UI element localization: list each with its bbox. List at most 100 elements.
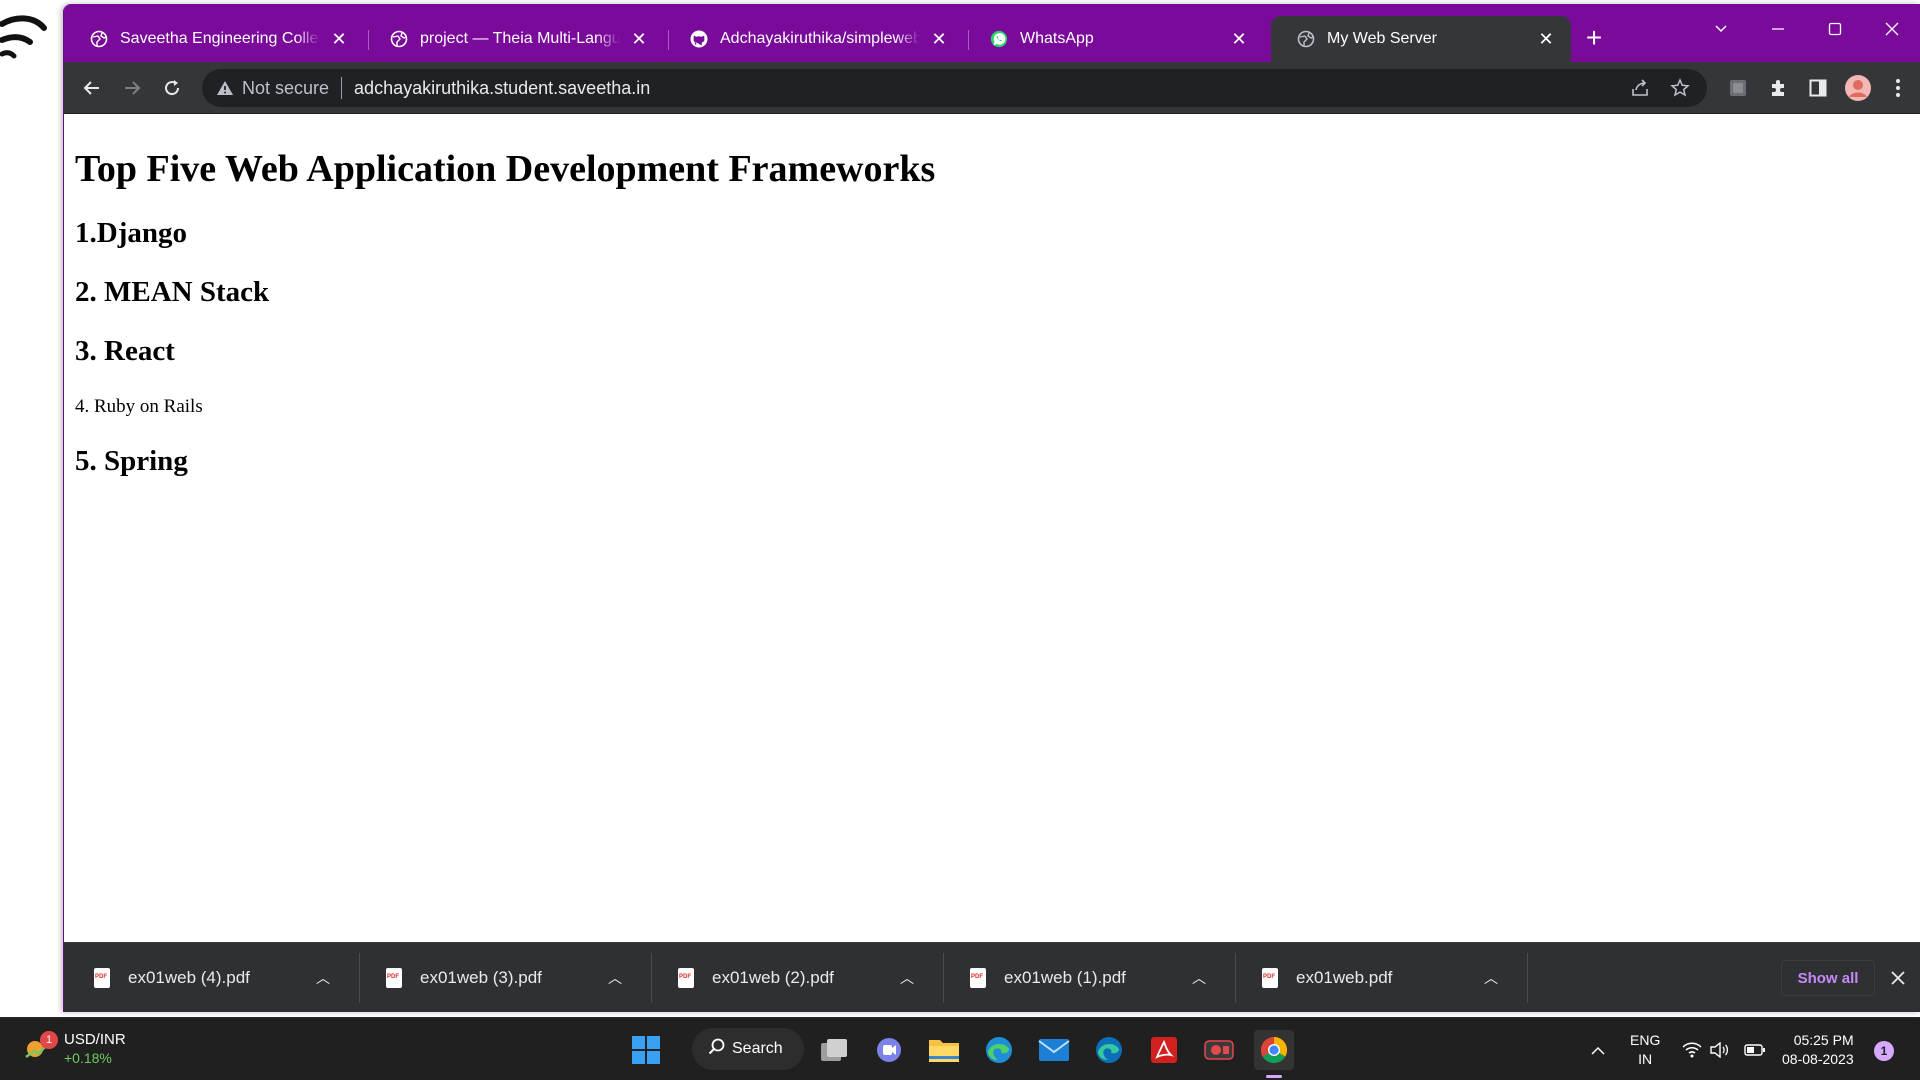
share-icon [1632,79,1648,96]
divider [1527,953,1528,1003]
chevron-up-icon[interactable]: ︿ [1184,968,1214,988]
speaker-icon [1710,1041,1729,1058]
close-icon[interactable]: ✕ [1535,28,1557,50]
new-tab-button[interactable]: + [1579,24,1609,54]
close-icon[interactable]: ✕ [328,28,350,50]
network-button[interactable] [1682,1018,1702,1080]
list-item: 4. Ruby on Rails [75,396,203,417]
show-all-button[interactable]: Show all [1781,960,1875,996]
chevron-up-icon[interactable]: ︿ [1476,968,1506,988]
chevron-up-icon[interactable]: ︿ [892,968,922,988]
whatsapp-icon [990,30,1008,48]
pdf-file-icon [678,968,694,988]
address-bar[interactable]: Not secure adchayakiruthika.student.save… [202,69,1707,107]
tab-search-button[interactable] [1698,12,1744,46]
notification-badge[interactable]: 1 [1874,1041,1894,1061]
battery-button[interactable] [1744,1018,1766,1080]
warning-icon[interactable] [216,80,234,96]
profile-button[interactable] [1844,74,1872,102]
close-icon[interactable]: ✕ [928,28,950,50]
tab-my-web-server[interactable]: My Web Server ✕ [1271,16,1571,62]
language-line1: ENG [1630,1031,1661,1048]
maximize-button[interactable] [1812,12,1858,46]
list-item: 3. React [75,335,175,367]
browser-toolbar: Not secure adchayakiruthika.student.save… [64,62,1920,114]
security-label[interactable]: Not secure [242,78,329,99]
tab-title: Saveetha Engineering College [120,30,320,47]
download-item[interactable]: ex01web (4).pdf ︿ [64,943,356,1012]
arrow-right-icon [125,81,141,95]
side-panel-icon [1809,79,1827,97]
search-label: Search [732,1040,783,1057]
chevron-up-icon[interactable]: ︿ [308,968,338,988]
github-icon [690,30,708,48]
show-hidden-icons-button[interactable] [1590,1018,1606,1080]
close-icon [1891,971,1905,985]
close-icon[interactable]: ✕ [628,28,650,50]
clock-button[interactable]: 05:25 PM 08-08-2023 [1782,1018,1854,1080]
download-item[interactable]: ex01web (2).pdf ︿ [648,943,940,1012]
globe-icon [390,30,408,48]
close-icon[interactable]: ✕ [1228,28,1250,50]
language-indicator[interactable]: ENG IN [1630,1018,1660,1080]
star-icon [1670,78,1690,97]
recorder-button[interactable] [1199,1030,1239,1070]
teams-chat-button[interactable] [869,1030,909,1070]
task-view-button[interactable] [814,1030,854,1070]
download-item[interactable]: ex01web (3).pdf ︿ [356,943,648,1012]
minimize-button[interactable] [1755,12,1801,46]
edge-button[interactable] [979,1030,1019,1070]
acrobat-button[interactable] [1144,1030,1184,1070]
url-text[interactable]: adchayakiruthika.student.saveetha.in [354,78,650,99]
download-item[interactable]: ex01web (1).pdf ︿ [940,943,1232,1012]
mail-button[interactable] [1034,1030,1074,1070]
chrome-button[interactable] [1254,1030,1294,1070]
task-view-icon [821,1039,847,1061]
menu-button[interactable] [1884,74,1912,102]
page-content: Top Five Web Application Development Fra… [64,114,1920,942]
reload-button[interactable] [156,72,188,104]
close-window-button[interactable] [1869,12,1915,46]
pdf-file-icon [1262,968,1278,988]
download-item[interactable]: ex01web.pdf ︿ [1232,943,1524,1012]
reload-icon [165,80,180,96]
folder-icon [929,1040,959,1062]
widgets-button[interactable]: 1 USD/INR +0.18% [24,1030,126,1068]
chevron-up-icon[interactable]: ︿ [600,968,630,988]
minimize-icon [1772,28,1784,30]
extensions-menu-button[interactable] [1764,74,1792,102]
side-panel-button[interactable] [1804,74,1832,102]
share-button[interactable] [1630,69,1650,107]
chrome-icon [1260,1036,1288,1064]
camera-icon [1204,1040,1234,1060]
bookmark-button[interactable] [1670,69,1690,107]
page-heading: Top Five Web Application Development Fra… [75,148,936,190]
extension-app-icon [1730,80,1746,96]
chevron-up-icon [1591,1046,1605,1055]
clock-time: 05:25 PM [1793,1031,1854,1048]
file-explorer-button[interactable] [924,1030,964,1070]
maximize-icon [1828,22,1842,36]
taskbar-search[interactable]: Search [692,1028,804,1070]
tab-title: Adchayakiruthika/simplewebserv [720,30,920,47]
tab-saveetha[interactable]: Saveetha Engineering College ✕ [64,16,364,62]
start-button[interactable] [626,1030,666,1070]
tab-github-repo[interactable]: Adchayakiruthika/simplewebserv ✕ [664,16,964,62]
volume-button[interactable] [1710,1018,1730,1080]
extension-button[interactable] [1724,74,1752,102]
edge-dev-button[interactable] [1089,1030,1129,1070]
download-filename: ex01web (3).pdf [420,968,542,987]
back-button[interactable] [76,72,108,104]
forward-button[interactable] [116,72,148,104]
avatar [1845,75,1871,101]
pdf-reader-icon [1151,1037,1177,1063]
kebab-menu-icon [1896,79,1900,97]
tab-title: project — Theia Multi-Language [420,30,620,47]
browser-window: Saveetha Engineering College ✕ project —… [63,4,1920,1012]
desktop-icon-fragment [0,15,47,59]
close-download-shelf-button[interactable] [1885,965,1911,991]
chat-icon [877,1038,901,1062]
tab-theia-project[interactable]: project — Theia Multi-Language ✕ [364,16,664,62]
tab-whatsapp[interactable]: WhatsApp ✕ [964,16,1264,62]
list-item: 1.Django [75,217,187,249]
